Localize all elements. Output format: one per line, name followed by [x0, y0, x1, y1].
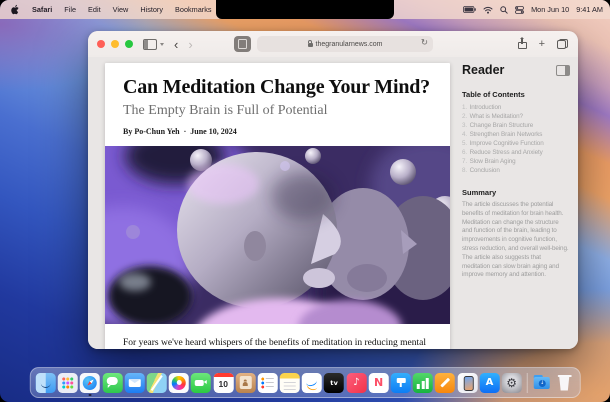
menu-bar-time[interactable]: 9:41 AM [576, 5, 603, 14]
calendar-day: 10 [218, 378, 228, 389]
menu-item-file[interactable]: File [64, 5, 76, 14]
dock-photos-icon[interactable] [168, 372, 189, 393]
dock-finder-icon[interactable] [35, 372, 56, 393]
desktop: Safari File Edit View History Bookmarks … [0, 0, 610, 402]
reader-content-area: Can Meditation Change Your Mind? The Emp… [88, 57, 578, 349]
dock-facetime-icon[interactable] [191, 372, 212, 393]
dock-downloads-folder-icon[interactable]: ↓ [532, 373, 552, 393]
reader-panel: Reader Table of Contents Introduction Wh… [462, 63, 570, 286]
toc-heading: Table of Contents [462, 90, 525, 99]
toolbar-right: + [517, 31, 568, 57]
sidebar-icon [143, 38, 157, 50]
dock-divider [526, 372, 528, 393]
dock-tv-icon[interactable]: tv [324, 372, 345, 393]
dock-app-store-icon[interactable]: A [479, 372, 500, 393]
minimize-window-button[interactable] [111, 40, 119, 48]
forward-button[interactable]: › [188, 38, 192, 51]
sidebar-toggle-button[interactable] [143, 38, 164, 50]
gear-icon: ⚙ [506, 375, 518, 390]
window-controls [88, 40, 133, 48]
tab-overview-icon [557, 39, 568, 49]
reader-mode-button[interactable] [234, 36, 251, 52]
toc-item[interactable]: Strengthen Brain Networks [462, 130, 570, 139]
article-byline: By Po-Chun Yeh · June 10, 2024 [123, 127, 432, 136]
dock-system-settings-icon[interactable]: ⚙ [501, 372, 522, 393]
menu-item-safari[interactable]: Safari [32, 5, 52, 14]
dock-pages-icon[interactable] [435, 372, 456, 393]
address-bar[interactable]: thegranularnews.com ↻ [257, 36, 433, 52]
dock-messages-icon[interactable] [102, 372, 123, 393]
running-indicator [88, 393, 92, 396]
dock-keynote-icon[interactable] [390, 372, 411, 393]
tv-logo-text: tv [330, 378, 339, 387]
toc-item[interactable]: Conclusion [462, 166, 570, 175]
menu-item-history[interactable]: History [140, 5, 163, 14]
app-store-letter: A [485, 377, 494, 388]
byline-separator: · [183, 127, 187, 136]
toc-item[interactable]: Reduce Stress and Anxiety [462, 148, 570, 157]
dock-numbers-icon[interactable] [412, 372, 433, 393]
dock-iphone-mirroring-icon[interactable] [457, 372, 478, 393]
article-card: Can Meditation Change Your Mind? The Emp… [105, 63, 450, 349]
dock-music-icon[interactable]: ♪ [346, 372, 367, 393]
dock-safari-icon[interactable] [80, 372, 101, 396]
close-window-button[interactable] [97, 40, 105, 48]
toc-item[interactable]: Change Brain Structure [462, 121, 570, 130]
spotlight-search-icon[interactable] [500, 5, 508, 14]
byline-date: June 10, 2024 [190, 127, 237, 136]
summary-text: The article discusses the potential bene… [462, 201, 569, 279]
dock-maps-icon[interactable] [146, 372, 167, 393]
dock-notes-icon[interactable] [279, 372, 300, 393]
back-button[interactable]: ‹ [174, 38, 178, 51]
menu-item-view[interactable]: View [113, 5, 129, 14]
new-tab-button[interactable]: + [539, 38, 545, 50]
control-center-icon[interactable] [515, 5, 524, 14]
lock-icon [307, 39, 313, 47]
music-note-icon: ♪ [353, 377, 360, 388]
chevron-down-icon [160, 42, 164, 46]
display-notch [216, 0, 394, 19]
summary-heading: Summary [462, 188, 497, 197]
share-button[interactable] [517, 37, 527, 49]
dock-news-icon[interactable]: N [368, 372, 389, 393]
dock-launchpad-icon[interactable] [57, 372, 78, 393]
hide-reader-panel-icon[interactable] [556, 64, 570, 76]
download-arrow-icon: ↓ [538, 379, 546, 387]
toc-item[interactable]: Introduction [462, 103, 570, 112]
toc-item[interactable]: What is Meditation? [462, 112, 570, 121]
menu-item-edit[interactable]: Edit [88, 5, 101, 14]
dock-calendar-icon[interactable]: 10 [213, 372, 234, 393]
menu-item-bookmarks[interactable]: Bookmarks [175, 5, 212, 14]
reader-panel-title: Reader [462, 63, 505, 77]
toc-item[interactable]: Slow Brain Aging [462, 157, 570, 166]
menu-bar-status: Mon Jun 10 9:41 AM [463, 5, 610, 14]
share-icon [517, 37, 527, 49]
tab-overview-button[interactable] [557, 39, 568, 49]
url-text: thegranularnews.com [315, 40, 383, 48]
zoom-window-button[interactable] [125, 40, 133, 48]
safari-window: ‹ › thegranularnews.com ↻ + Can Meditati… [88, 31, 578, 349]
safari-toolbar: ‹ › thegranularnews.com ↻ + [88, 31, 578, 58]
apple-menu-icon[interactable] [11, 4, 20, 15]
table-of-contents: Introduction What is Meditation? Change … [462, 103, 570, 175]
article-hero-image [105, 146, 450, 324]
dock-contacts-icon[interactable] [235, 372, 256, 393]
reader-page-icon [238, 39, 247, 49]
dock-mail-icon[interactable] [124, 372, 145, 393]
article-body: For years we've heard whispers of the be… [123, 338, 426, 348]
dock: 10 tv ♪ N A ⚙ ↓ [29, 367, 581, 398]
reader-panel-header: Reader [462, 63, 570, 77]
dock-reminders-icon[interactable] [257, 372, 278, 393]
dock-freeform-icon[interactable] [302, 372, 322, 393]
article-subtitle: The Empty Brain is Full of Potential [123, 103, 328, 118]
article-title: Can Meditation Change Your Mind? [123, 76, 430, 98]
dock-trash-icon[interactable] [554, 373, 574, 393]
byline-author: By Po-Chun Yeh [123, 127, 180, 136]
battery-icon[interactable] [463, 6, 476, 13]
wifi-icon[interactable] [483, 6, 493, 14]
menu-bar-date[interactable]: Mon Jun 10 [531, 5, 569, 14]
news-letter: N [373, 376, 384, 389]
reload-button[interactable]: ↻ [421, 38, 428, 48]
toc-item[interactable]: Improve Cognitive Function [462, 139, 570, 148]
